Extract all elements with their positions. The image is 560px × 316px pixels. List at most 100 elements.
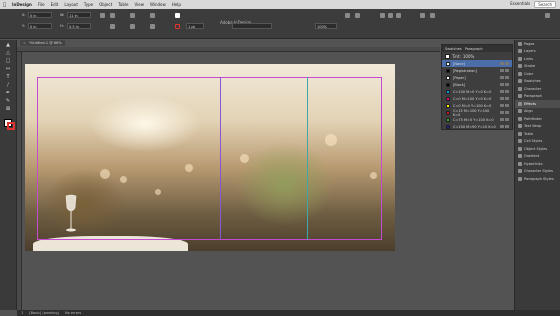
line-tool-icon[interactable]: ∕ (3, 81, 14, 88)
preflight-status[interactable]: No errors (65, 311, 81, 315)
selection-tool-icon[interactable]: ▲ (3, 41, 14, 48)
w-field[interactable]: 11 in (67, 12, 91, 18)
h-field[interactable]: 5.5 in (67, 23, 91, 29)
swatch-row[interactable]: [Black] (442, 81, 512, 88)
search-field[interactable]: Search (534, 1, 556, 8)
flip-horizontal-icon[interactable] (130, 13, 135, 18)
zoom-value: 100% (317, 25, 328, 29)
swatch-row[interactable]: C=0 M=100 Y=0 K=0 (442, 95, 512, 102)
swatch-type-icon (500, 90, 509, 93)
align-center-icon[interactable] (388, 13, 393, 18)
fit-frame-icon[interactable] (430, 13, 435, 18)
dock-item-layers[interactable]: Layers (515, 48, 560, 56)
object-styles-icon (518, 146, 522, 151)
menu-view[interactable]: View (134, 2, 144, 7)
reference-point-icon[interactable] (100, 13, 105, 18)
document-tab[interactable]: × *Untitled-1 @ 66% (20, 40, 65, 46)
page-number[interactable]: 1 (21, 311, 23, 315)
workspace-switcher[interactable]: Essentials (510, 1, 530, 8)
rotate-icon[interactable] (110, 13, 115, 18)
swatch-row[interactable]: C=15 M=100 Y=100 K=0 (442, 109, 512, 117)
direct-selection-tool-icon[interactable]: △ (3, 49, 14, 56)
menu-type[interactable]: Type (84, 2, 93, 7)
menu-file[interactable]: File (38, 2, 45, 7)
margin-guide (37, 77, 382, 240)
tab-swatches[interactable]: Swatches (445, 47, 462, 51)
flip-vertical-icon[interactable] (130, 24, 135, 29)
menu-layout[interactable]: Layout (64, 2, 78, 7)
dock-item-effects[interactable]: Effects (515, 100, 560, 108)
close-tab-icon[interactable]: × (23, 41, 26, 45)
y-field[interactable]: 0 in (28, 23, 52, 29)
rectangle-frame-tool-icon[interactable]: ⊠ (3, 105, 14, 112)
swatch-name: [Paper] (453, 75, 466, 80)
swatch-type-icon (500, 83, 509, 86)
dock-item-pages[interactable]: Pages (515, 40, 560, 48)
table-icon (518, 131, 522, 136)
swatch-row[interactable]: C=100 M=0 Y=0 K=0 (442, 88, 512, 95)
page-tool-icon[interactable]: □ (3, 57, 14, 64)
select-content-icon[interactable] (150, 24, 155, 29)
menu-object[interactable]: Object (99, 2, 112, 7)
fitting-icon[interactable] (420, 13, 425, 18)
fill-box-icon[interactable] (445, 53, 450, 59)
swatch-row[interactable]: C=100 M=90 Y=10 K=0 (442, 123, 512, 130)
fill-swatch-icon[interactable] (175, 13, 180, 18)
swatch-type-icon (500, 118, 509, 121)
dock-item-align[interactable]: Align (515, 108, 560, 116)
menu-window[interactable]: Window (150, 2, 166, 7)
pen-tool-icon[interactable]: ✒ (3, 89, 14, 96)
dock-item-color[interactable]: Color (515, 70, 560, 78)
dock-item-stroke[interactable]: Stroke (515, 63, 560, 71)
pages-icon (518, 41, 522, 46)
dock-item-text-wrap[interactable]: Text Wrap (515, 123, 560, 131)
pencil-tool-icon[interactable]: ✎ (3, 97, 14, 104)
dock-item-links[interactable]: Links (515, 55, 560, 63)
dock-item-character[interactable]: Character (515, 85, 560, 93)
dock-item-paragraph[interactable]: Paragraph (515, 93, 560, 101)
swatch-row[interactable]: [Registration] (442, 67, 512, 74)
x-field[interactable]: 0 in (28, 12, 52, 18)
dock-item-label: Hyperlinks (524, 161, 543, 166)
stroke-type-dropdown[interactable] (232, 23, 272, 29)
gradient-icon (518, 154, 522, 159)
text-wrap-icon[interactable] (345, 13, 350, 18)
effects-icon[interactable] (355, 13, 360, 18)
dock-item-paragraph-styles[interactable]: Paragraph Styles (515, 175, 560, 183)
menu-help[interactable]: Help (172, 2, 181, 7)
panel-menu-icon[interactable] (545, 13, 550, 18)
menu-edit[interactable]: Edit (51, 2, 59, 7)
dock-item-swatches[interactable]: Swatches (515, 78, 560, 86)
dock-item-pathfinder[interactable]: Pathfinder (515, 115, 560, 123)
dock-item-label: Text Wrap (524, 124, 542, 129)
gap-tool-icon[interactable]: ↔ (3, 65, 14, 72)
type-tool-icon[interactable]: T (3, 73, 14, 80)
dock-item-table[interactable]: Table (515, 130, 560, 138)
shear-icon[interactable] (110, 24, 115, 29)
dock-item-character-styles[interactable]: Character Styles (515, 168, 560, 176)
stroke-weight-field[interactable]: 1 pt (186, 23, 204, 29)
swatch-row[interactable]: [Paper] (442, 74, 512, 81)
dock-item-gradient[interactable]: Gradient (515, 153, 560, 161)
dock-item-object-styles[interactable]: Object Styles (515, 145, 560, 153)
swatches-toolbar: Tint: 100% (442, 52, 512, 60)
apple-icon[interactable]:  (3, 2, 6, 8)
swatch-row[interactable]: [None] (442, 60, 512, 67)
menu-table[interactable]: Table (118, 2, 128, 7)
tab-paragraph[interactable]: Paragraph (465, 47, 483, 51)
tint-value[interactable]: 100% (463, 54, 474, 59)
stroke-color-icon[interactable] (7, 122, 15, 130)
dock-item-hyperlinks[interactable]: Hyperlinks (515, 160, 560, 168)
pathfinder-icon (518, 116, 522, 121)
layers-icon (518, 49, 522, 54)
swatch-row[interactable]: C=75 M=5 Y=100 K=0 (442, 116, 512, 123)
dock-item-cell-styles[interactable]: Cell Styles (515, 138, 560, 146)
zoom-field[interactable]: 100% (315, 23, 337, 29)
align-left-icon[interactable] (380, 13, 385, 18)
w-value: 11 in (69, 14, 78, 18)
align-right-icon[interactable] (396, 13, 401, 18)
menu-app[interactable]: InDesign (12, 2, 32, 7)
select-container-icon[interactable] (150, 13, 155, 18)
stroke-swatch-icon[interactable] (175, 24, 180, 29)
dock-item-label: Color (524, 71, 534, 76)
